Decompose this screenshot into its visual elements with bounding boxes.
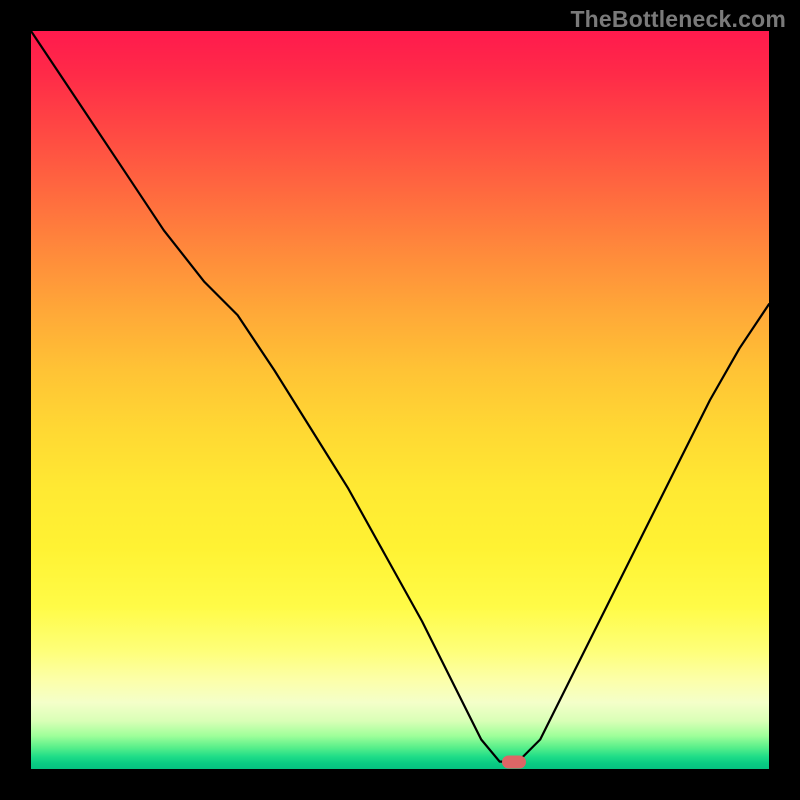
chart-frame: TheBottleneck.com: [0, 0, 800, 800]
optimal-marker: [502, 755, 526, 768]
bottleneck-curve: [31, 31, 769, 769]
plot-area: [31, 31, 769, 769]
watermark-text: TheBottleneck.com: [570, 6, 786, 33]
